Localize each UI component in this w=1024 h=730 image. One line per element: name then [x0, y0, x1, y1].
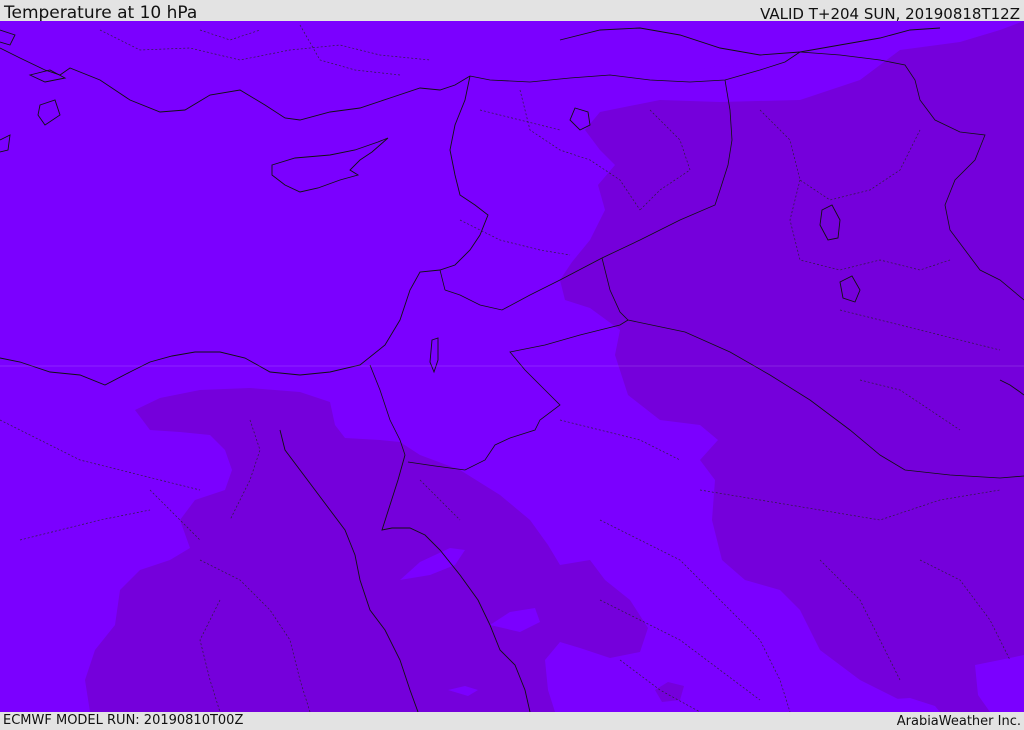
map-title: Temperature at 10 hPa	[4, 3, 198, 23]
footer-bar: ECMWF MODEL RUN: 20190810T00Z ArabiaWeat…	[0, 712, 1024, 729]
map-canvas[interactable]	[0, 21, 1024, 712]
credit-label: ArabiaWeather Inc.	[896, 714, 1021, 729]
header-bar: Temperature at 10 hPa VALID T+204 SUN, 2…	[0, 0, 1024, 23]
model-run-label: ECMWF MODEL RUN: 20190810T00Z	[3, 713, 244, 728]
temperature-map	[0, 21, 1024, 712]
